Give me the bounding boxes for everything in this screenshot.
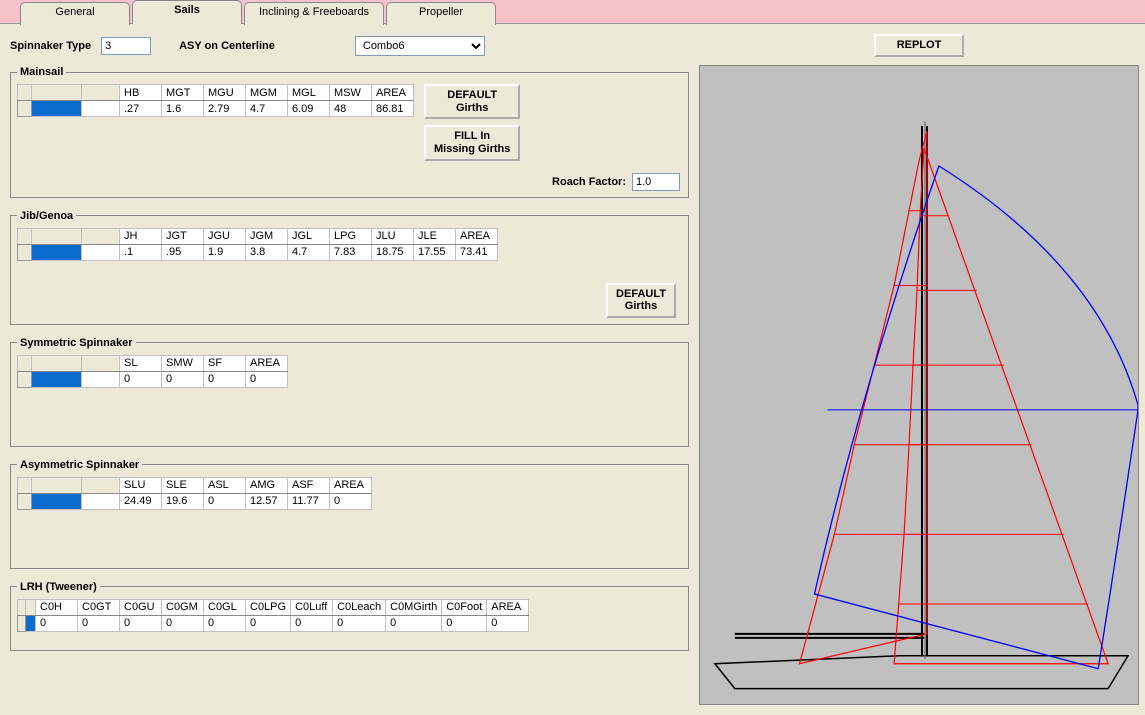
asym-table[interactable]: SLUSLE ASLAMG ASFAREA 24.4919.6 012.57 1… xyxy=(17,477,372,510)
jib-legend: Jib/Genoa xyxy=(17,210,76,222)
tab-general[interactable]: General xyxy=(20,2,130,25)
tab-propeller[interactable]: Propeller xyxy=(386,2,496,25)
asy-centerline-label: ASY on Centerline xyxy=(179,40,275,52)
mainsail-legend: Mainsail xyxy=(17,66,66,78)
lrh-table[interactable]: C0HC0GT C0GUC0GM C0GLC0LPG C0LuffC0Leach… xyxy=(17,599,529,632)
mainsail-table[interactable]: HBMGT MGUMGM MGLMSW AREA .271.6 2.794.7 … xyxy=(17,84,414,117)
jib-default-girths-button[interactable]: DEFAULTGirths xyxy=(606,283,676,318)
mainsail-fill-girths-button[interactable]: FILL InMissing Girths xyxy=(424,125,520,160)
table-row[interactable]: .1.95 1.93.8 4.77.83 18.7517.55 73.41 xyxy=(18,244,498,260)
replot-button[interactable]: REPLOT xyxy=(874,34,964,57)
jib-table[interactable]: JHJGT JGUJGM JGLLPG JLUJLE AREA .1.95 1.… xyxy=(17,228,498,261)
asym-spinnaker-group: Asymmetric Spinnaker SLUSLE ASLAMG ASFAR… xyxy=(10,459,689,569)
asym-legend: Asymmetric Spinnaker xyxy=(17,459,142,471)
roach-factor-input[interactable] xyxy=(632,173,680,191)
table-row[interactable]: 24.4919.6 012.57 11.770 xyxy=(18,493,372,509)
sail-plot xyxy=(699,65,1139,705)
mainsail-default-girths-button[interactable]: DEFAULTGirths xyxy=(424,84,520,119)
table-row[interactable]: 00 00 00 00 00 0 xyxy=(18,615,529,631)
spinnaker-type-label: Spinnaker Type xyxy=(10,40,91,52)
tab-bar: General Sails Inclining & Freeboards Pro… xyxy=(0,0,1145,24)
tab-inclining[interactable]: Inclining & Freeboards xyxy=(244,2,384,25)
roach-factor-label: Roach Factor: xyxy=(552,176,626,188)
asy-combo[interactable]: Combo6 xyxy=(355,36,485,56)
lrh-group: LRH (Tweener) C0HC0GT C0GUC0GM C0GLC0LPG… xyxy=(10,581,689,651)
tab-sails[interactable]: Sails xyxy=(132,0,242,24)
jib-group: Jib/Genoa JHJGT JGUJGM JGLLPG JLUJLE ARE… xyxy=(10,210,689,325)
lrh-legend: LRH (Tweener) xyxy=(17,581,100,593)
sym-legend: Symmetric Spinnaker xyxy=(17,337,136,349)
sym-spinnaker-group: Symmetric Spinnaker SLSMW SFAREA 00 00 xyxy=(10,337,689,447)
table-row[interactable]: .271.6 2.794.7 6.0948 86.81 xyxy=(18,101,414,117)
mainsail-group: Mainsail HBMGT MGUMGM MGLMSW AREA .271.6… xyxy=(10,66,689,198)
table-row[interactable]: 00 00 xyxy=(18,371,288,387)
spinnaker-type-input[interactable] xyxy=(101,37,151,55)
sym-table[interactable]: SLSMW SFAREA 00 00 xyxy=(17,355,288,388)
